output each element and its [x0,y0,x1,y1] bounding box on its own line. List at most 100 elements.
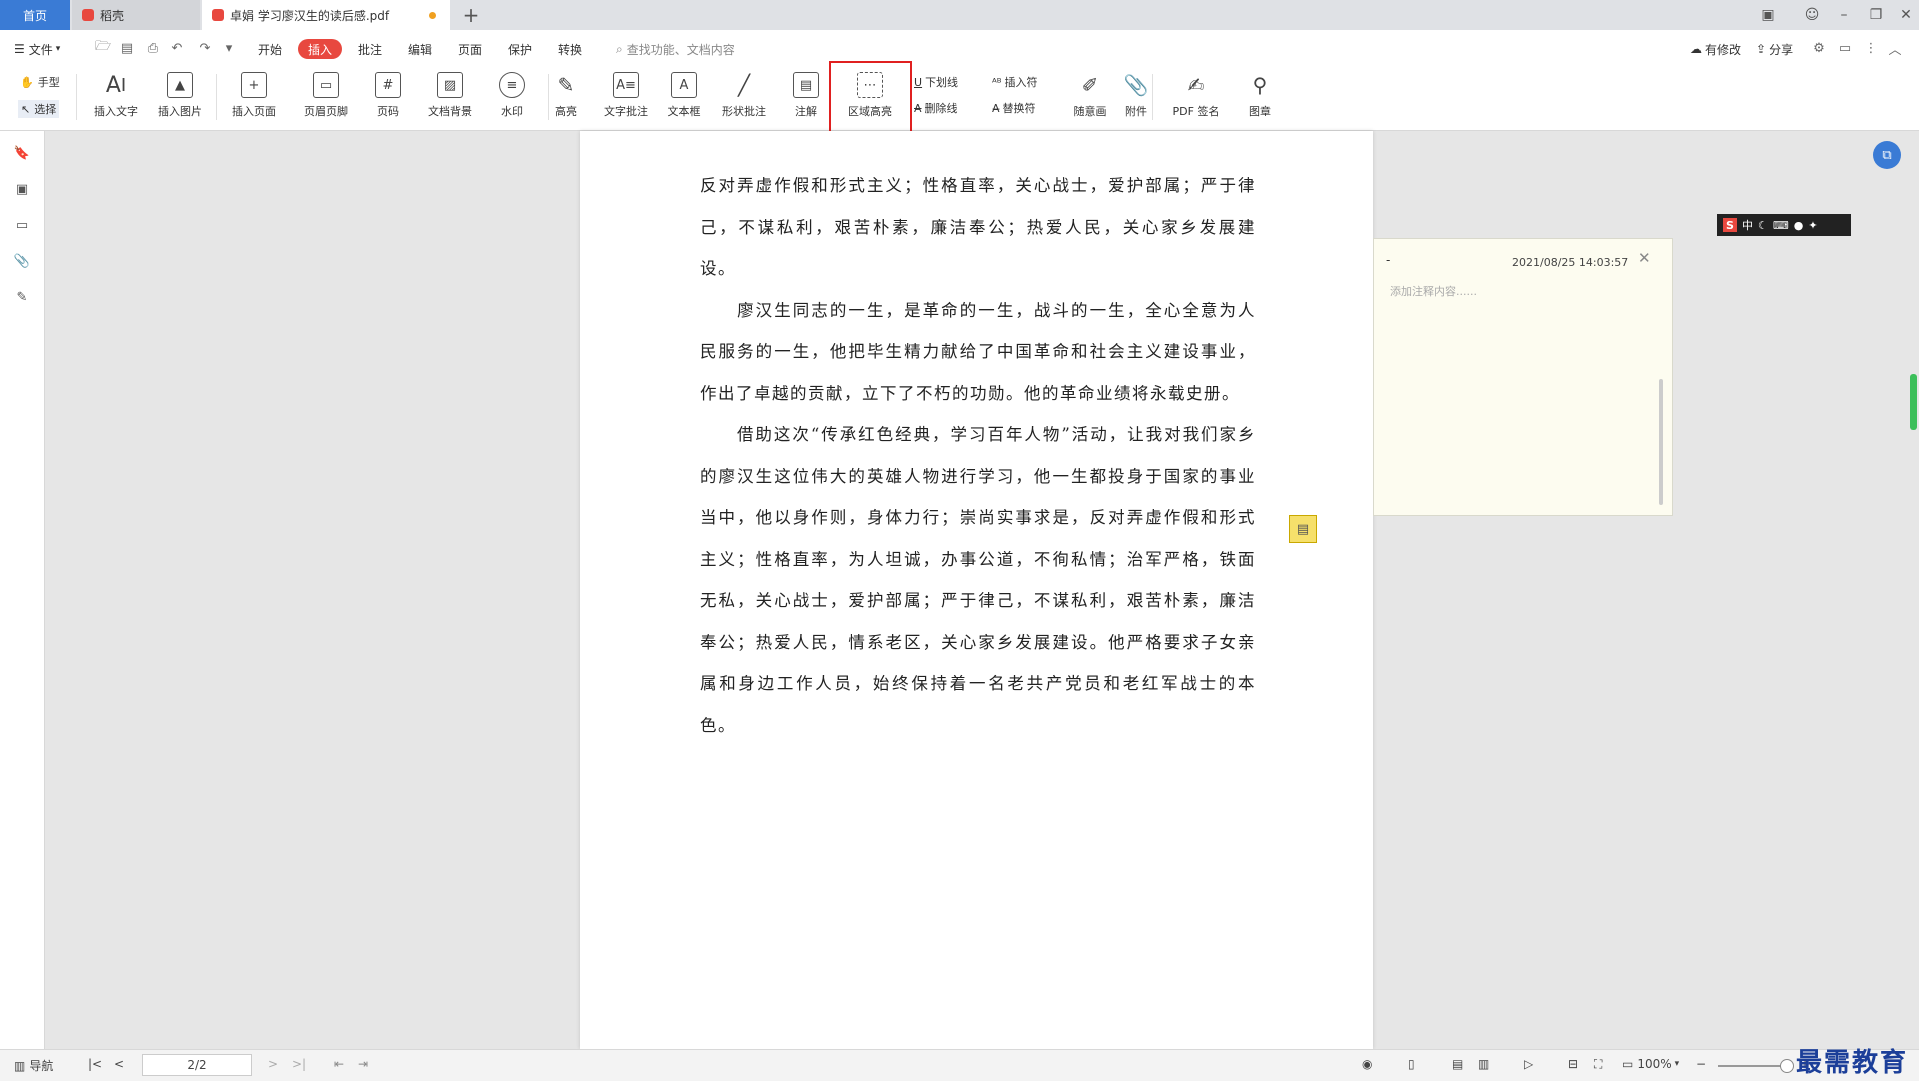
float-assistant-icon[interactable]: ⧉ [1873,141,1901,169]
vertical-scrollbar-thumb[interactable] [1910,374,1917,430]
attachment-button[interactable]: 📎 附件 [1104,70,1168,119]
comment-scrollbar[interactable] [1659,379,1663,505]
close-icon[interactable]: ✕ [1638,249,1651,267]
signature-panel-icon[interactable]: ✎ [14,289,30,305]
pdf-sign-button[interactable]: ✍ PDF 签名 [1164,70,1228,119]
two-page-icon[interactable]: ▥ [1478,1057,1489,1071]
next-page-icon[interactable]: > [268,1057,278,1071]
hamburger-icon: ☰ [14,42,25,56]
attachment-panel-icon[interactable]: 📎 [14,253,30,269]
settings-icon[interactable]: ⚙ [1810,39,1828,57]
replace-mark-button[interactable]: A̶ 替换符 [992,100,1036,116]
header-footer-button[interactable]: ▭ 页眉页脚 [294,70,358,119]
shape-comment-label: 形状批注 [722,105,766,118]
message-icon[interactable]: ▭ [1836,39,1854,57]
menu-convert[interactable]: 转换 [558,39,582,59]
zoom-value: 100% [1637,1057,1672,1071]
forward-icon[interactable]: ⇥ [358,1057,368,1071]
search-box[interactable]: ⌕ 查找功能、文档内容 [616,39,735,59]
tab-document[interactable]: 卓娟 学习廖汉生的读后感.pdf [202,0,450,30]
comment-panel-icon[interactable]: ▭ [14,217,30,233]
menu-start[interactable]: 开始 [258,39,282,59]
comment-marker-icon[interactable]: ▤ [1289,515,1317,543]
menu-comment[interactable]: 批注 [358,39,382,59]
underline-button[interactable]: U 下划线 [914,74,958,90]
thumbnail-icon[interactable]: ▣ [14,181,30,197]
strikethrough-icon: A [914,101,922,115]
text-box-button[interactable]: A 文本框 [652,70,716,119]
bookmark-icon[interactable]: 🔖 [14,145,30,161]
quick-access-chevron-icon[interactable]: ▾ [220,39,238,57]
select-tool-button[interactable]: ↖ 选择 [18,100,60,118]
doc-background-button[interactable]: ▨ 文档背景 [418,70,482,119]
menu-insert[interactable]: 插入 [298,39,343,59]
highlighter-icon: ✎ [557,73,575,97]
hand-tool-button[interactable]: ✋ 手型 [20,74,60,90]
highlight-button[interactable]: ✎ 高亮 [534,70,598,119]
area-highlight-callout-frame [829,61,912,137]
insert-text-label: 插入文字 [94,105,138,118]
more-icon[interactable]: ⋮ [1862,39,1880,57]
continuous-page-icon[interactable]: ▤ [1452,1057,1463,1071]
tab-home-label: 首页 [22,8,47,23]
undo-icon[interactable]: ↶ [168,39,186,57]
play-icon[interactable]: ▷ [1524,1057,1533,1071]
header-footer-icon: ▭ [313,72,339,98]
fit-width-icon[interactable]: ⊟ [1568,1057,1578,1071]
last-page-icon[interactable]: >| [292,1057,306,1071]
document-paragraph: 借助这次“传承红色经典，学习百年人物”活动，让我对我们家乡的廖汉生这位伟大的英雄… [700,425,1256,735]
menu-protect[interactable]: 保护 [508,39,532,59]
tab-document-label: 卓娟 学习廖汉生的读后感.pdf [230,8,390,23]
collapse-ribbon-icon[interactable]: ︿ [1886,39,1904,58]
text-comment-label: 文字批注 [604,105,648,118]
back-icon[interactable]: ⇤ [334,1057,344,1071]
file-menu[interactable]: ☰ 文件 ▾ [14,39,60,59]
stamp-button[interactable]: ⚲ 图章 [1228,70,1292,119]
share-button[interactable]: ⇪ 分享 [1756,39,1793,59]
eye-care-icon[interactable]: ◉ [1362,1057,1372,1071]
zoom-select[interactable]: ▭ 100% ▾ [1622,1057,1679,1071]
minimize-icon[interactable]: – [1832,4,1856,26]
layout-icon[interactable]: ▣ [1756,4,1780,26]
insert-page-button[interactable]: + 插入页面 [222,70,286,119]
page-number-button[interactable]: # 页码 [356,70,420,119]
text-comment-icon: A≡ [613,72,639,98]
zoom-frame-icon: ▭ [1622,1057,1634,1071]
single-page-icon[interactable]: ▯ [1408,1057,1415,1071]
modified-button[interactable]: ☁ 有修改 [1690,39,1741,59]
open-icon[interactable]: 🗁 [94,39,112,57]
tab-daoke[interactable]: 稻壳 [72,0,200,30]
zoom-slider[interactable] [1718,1065,1788,1067]
prev-page-icon[interactable]: < [114,1057,124,1071]
shape-comment-button[interactable]: ╱ 形状批注 [712,70,776,119]
page-number-input[interactable]: 2/2 [142,1054,252,1076]
comment-input[interactable]: 添加注释内容...... [1390,283,1477,299]
watermark-label: 水印 [501,105,523,118]
text-comment-button[interactable]: A≡ 文字批注 [594,70,658,119]
insert-image-label: 插入图片 [158,105,202,118]
save-icon[interactable]: ▤ [118,39,136,57]
zoom-slider-handle[interactable] [1780,1059,1794,1073]
ime-toolbar[interactable]: S 中 ☾ ⌨ ● ✦ [1717,214,1851,236]
first-page-icon[interactable]: |< [88,1057,102,1071]
insert-mark-button[interactable]: ᴬᴮ 插入符 [992,74,1038,90]
menu-page[interactable]: 页面 [458,39,482,59]
file-menu-label: 文件 [28,42,53,57]
fit-page-icon[interactable]: ⛶ [1594,1057,1602,1072]
print-icon[interactable]: ⎙ [144,39,162,57]
menu-edit[interactable]: 编辑 [408,39,432,59]
new-tab-button[interactable]: + [458,2,484,28]
sogou-icon: S [1723,218,1737,232]
restore-icon[interactable]: ❐ [1864,4,1888,26]
insert-image-button[interactable]: ▲ 插入图片 [148,70,212,119]
close-icon[interactable]: ✕ [1894,4,1918,26]
comment-popup[interactable]: - 2021/08/25 14:03:57 ✕ 添加注释内容...... [1373,238,1673,516]
navigation-toggle[interactable]: ▥ 导航 [14,1057,53,1074]
tab-home[interactable]: 首页 [0,0,70,30]
strikethrough-button[interactable]: A 删除线 [914,100,958,116]
zoom-out-icon[interactable]: − [1696,1057,1706,1071]
stamp-label: 图章 [1249,105,1271,118]
insert-text-button[interactable]: A I 插入文字 [84,70,148,119]
redo-icon[interactable]: ↷ [196,39,214,57]
avatar[interactable]: ☺ [1800,4,1824,26]
